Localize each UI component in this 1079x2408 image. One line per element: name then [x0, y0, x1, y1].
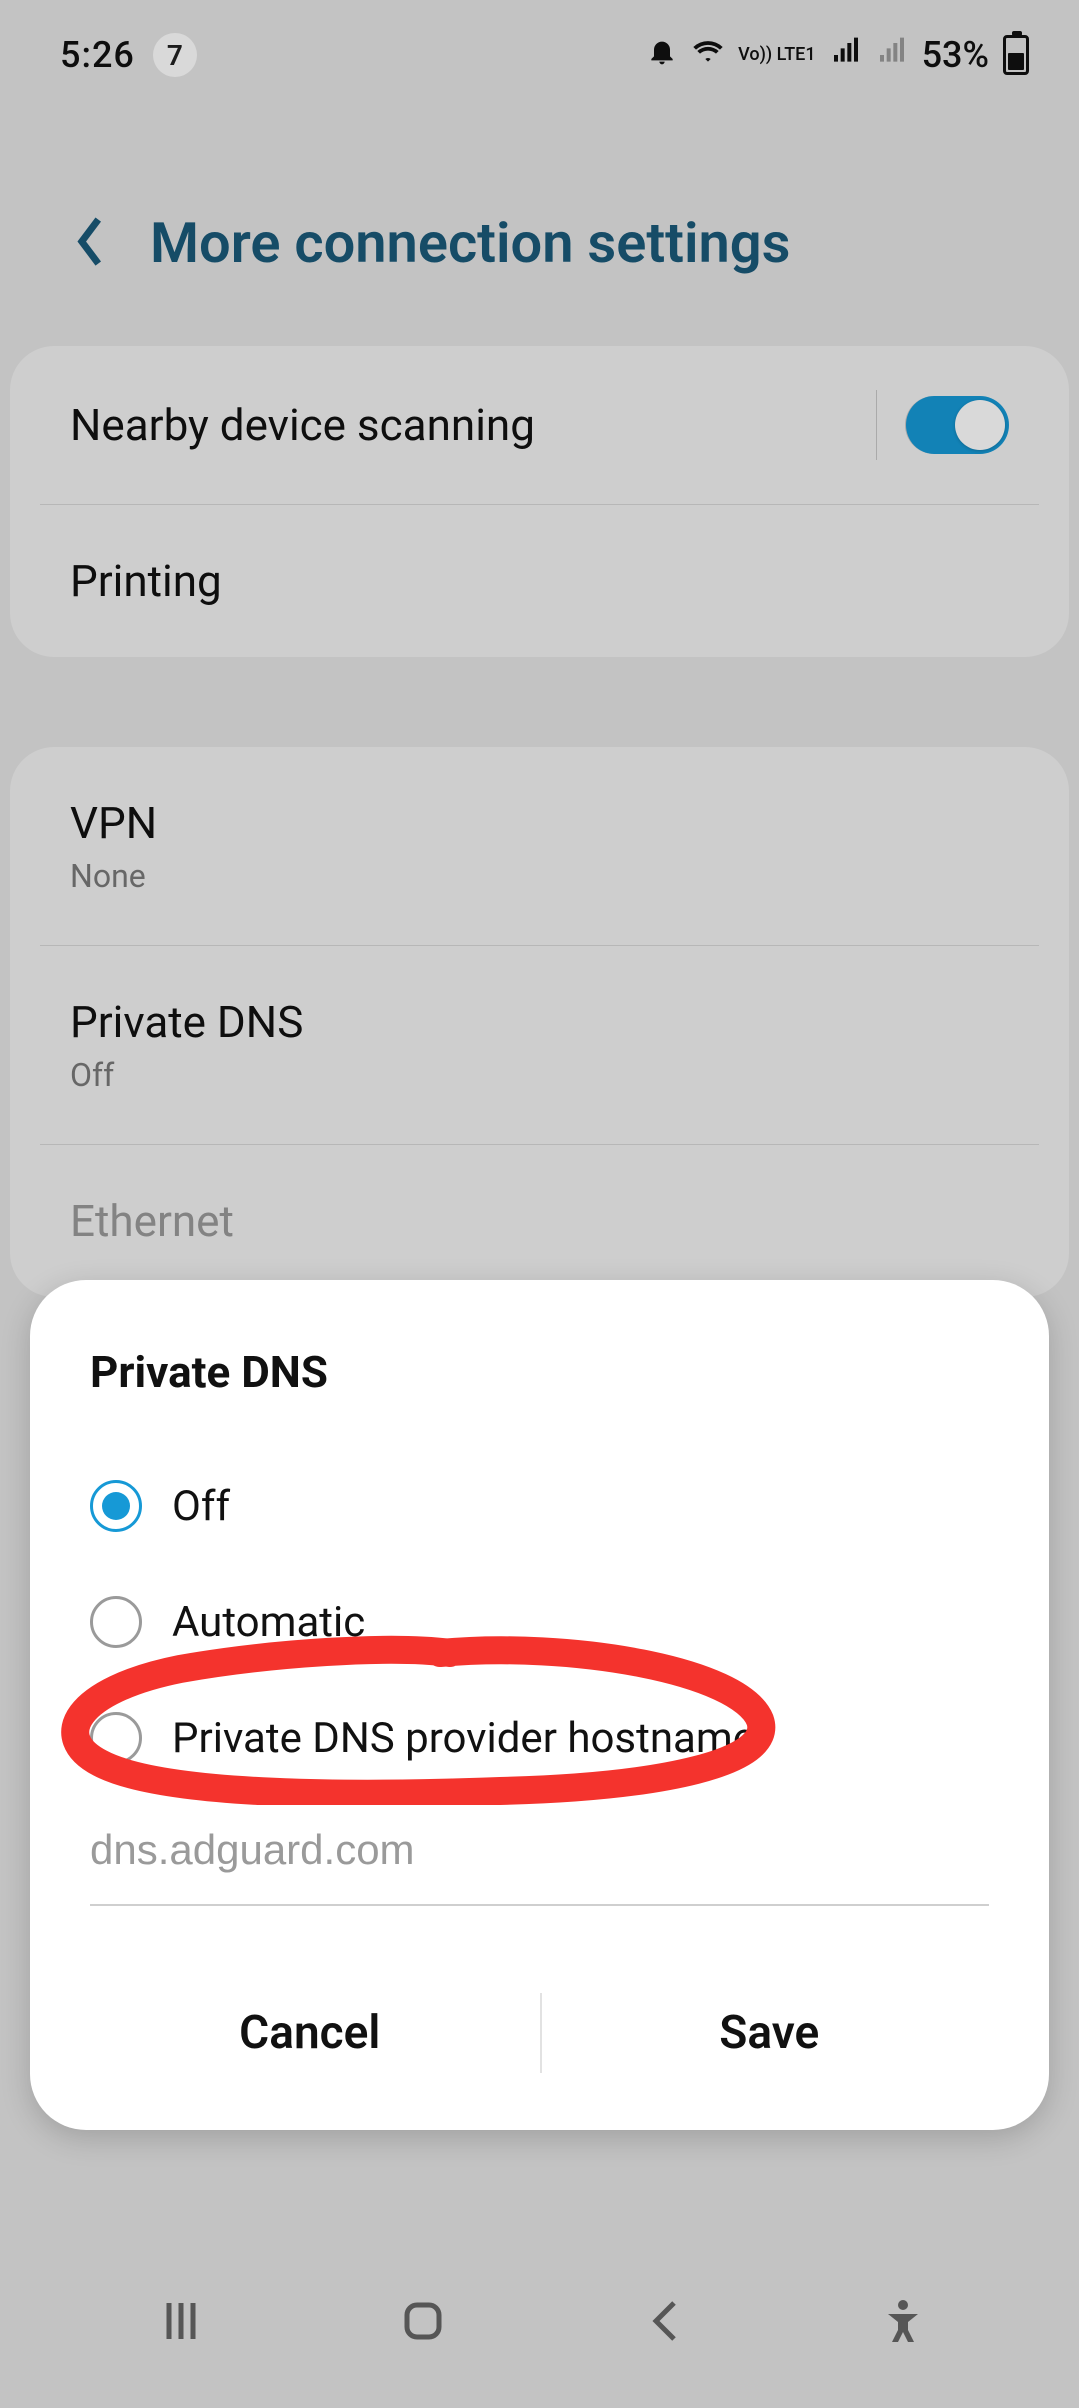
status-clock: 5:26	[60, 34, 135, 76]
row-vpn[interactable]: VPN None	[10, 747, 1069, 945]
dialog-title: Private DNS	[90, 1346, 999, 1398]
radio-icon	[90, 1712, 142, 1764]
radio-label: Automatic	[172, 1598, 365, 1647]
row-title: Ethernet	[70, 1195, 234, 1247]
radio-icon	[90, 1480, 142, 1532]
settings-card: VPN None Private DNS Off Ethernet	[10, 747, 1069, 1297]
recents-icon[interactable]	[151, 2291, 211, 2355]
row-ethernet: Ethernet	[40, 1144, 1039, 1297]
cancel-button[interactable]: Cancel	[80, 1966, 540, 2100]
row-title: Printing	[70, 555, 222, 607]
notification-count-badge: 7	[153, 33, 197, 77]
alarm-icon	[646, 34, 678, 76]
battery-icon	[1003, 35, 1029, 75]
row-title: VPN	[70, 797, 157, 849]
toggle-nearby-device-scanning[interactable]	[905, 396, 1009, 454]
row-subtitle: Off	[70, 1056, 303, 1094]
radio-option-hostname[interactable]: Private DNS provider hostname	[80, 1680, 999, 1796]
back-nav-icon[interactable]	[636, 2291, 696, 2355]
row-nearby-device-scanning[interactable]: Nearby device scanning	[10, 346, 1069, 504]
network-type-label: Vo)) LTE1	[738, 46, 815, 64]
row-title: Nearby device scanning	[70, 399, 535, 451]
settings-card: Nearby device scanning Printing	[10, 346, 1069, 657]
signal-icon	[830, 34, 862, 76]
battery-percent: 53%	[922, 34, 989, 76]
radio-label: Off	[172, 1482, 230, 1531]
row-subtitle: None	[70, 857, 157, 895]
radio-icon	[90, 1596, 142, 1648]
row-title: Private DNS	[70, 996, 303, 1048]
accessibility-icon[interactable]	[878, 2296, 928, 2350]
dialog-actions: Cancel Save	[80, 1966, 999, 2100]
home-icon[interactable]	[393, 2291, 453, 2355]
page-header: More connection settings	[0, 90, 1079, 346]
row-printing[interactable]: Printing	[40, 504, 1039, 657]
status-bar: 5:26 7 Vo)) LTE1 53%	[0, 0, 1079, 90]
radio-option-off[interactable]: Off	[80, 1448, 999, 1564]
back-icon[interactable]	[70, 214, 110, 273]
dns-hostname-input[interactable]	[90, 1806, 989, 1906]
radio-option-automatic[interactable]: Automatic	[80, 1564, 999, 1680]
row-private-dns[interactable]: Private DNS Off	[40, 945, 1039, 1144]
system-navigation-bar	[0, 2258, 1079, 2388]
radio-label: Private DNS provider hostname	[172, 1714, 755, 1763]
page-title: More connection settings	[150, 210, 790, 276]
wifi-icon	[692, 34, 724, 76]
private-dns-dialog: Private DNS Off Automatic Private DNS pr…	[30, 1280, 1049, 2130]
save-button[interactable]: Save	[540, 1966, 1000, 2100]
signal-icon-secondary	[876, 34, 908, 76]
